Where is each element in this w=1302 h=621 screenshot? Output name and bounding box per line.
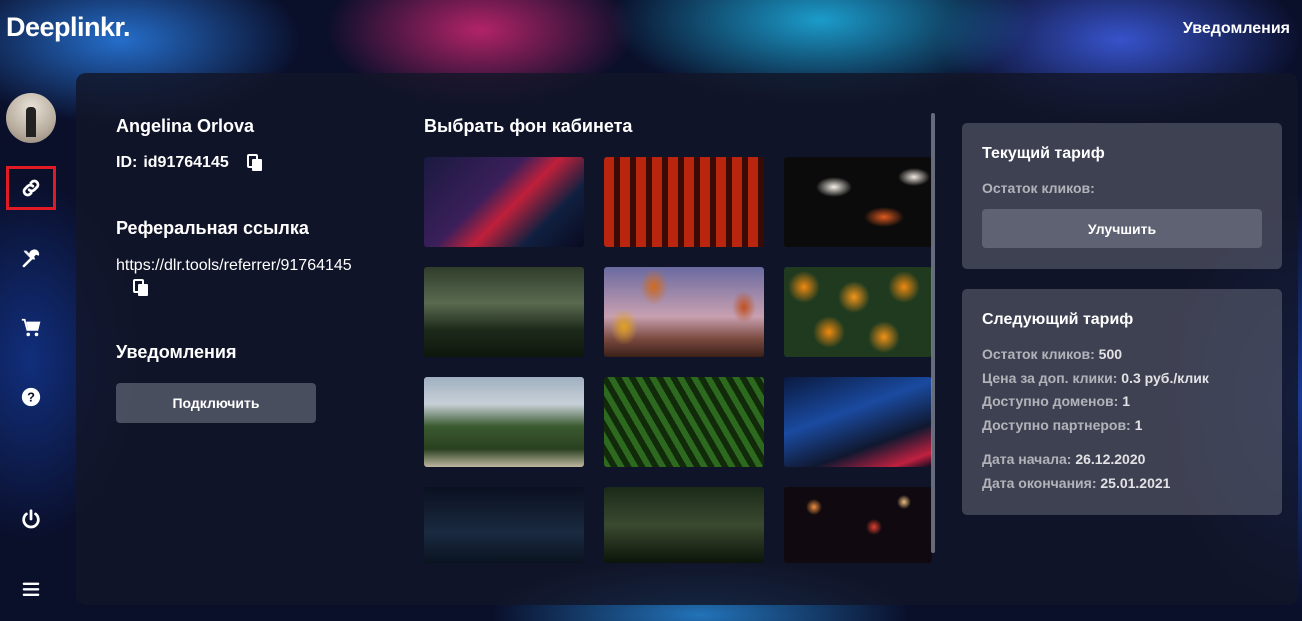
background-thumb-fern-leaves[interactable] [604, 377, 764, 467]
background-thumb-neon-street[interactable] [424, 157, 584, 247]
next-plan-line: Дата окончания: 25.01.2021 [982, 475, 1171, 491]
backgrounds-title: Выбрать фон кабинета [424, 116, 633, 136]
notifications-title: Уведомления [116, 342, 237, 362]
help-icon: ? [21, 387, 41, 407]
current-plan-clicks: Остаток кликов: [982, 180, 1095, 196]
cart-icon [21, 318, 41, 337]
sidebar-item-links[interactable] [6, 166, 56, 210]
background-thumb-hot-air-balloons[interactable] [604, 267, 764, 357]
background-thumb-city-night[interactable] [784, 377, 932, 467]
referral-title: Реферальная ссылка [116, 218, 309, 238]
menu-icon [22, 582, 40, 596]
background-thumb-bokeh-lights[interactable] [784, 487, 932, 563]
id-value: id91764145 [143, 154, 229, 171]
id-label: ID: [116, 154, 138, 171]
sidebar-item-help[interactable]: ? [6, 375, 56, 419]
profile-id-row: ID: id91764145 [116, 154, 263, 172]
app-logo[interactable]: Deeplinkr. [6, 12, 131, 43]
background-thumb-oranges[interactable] [784, 267, 932, 357]
next-plan-line: Цена за доп. клики: 0.3 руб./клик [982, 370, 1209, 386]
avatar[interactable] [6, 93, 56, 143]
background-thumb-koi-fish[interactable] [784, 157, 932, 247]
backgrounds-scrollbar[interactable] [931, 113, 935, 553]
background-thumb-palm-beach[interactable] [424, 377, 584, 467]
next-plan-line: Доступно доменов: 1 [982, 393, 1131, 409]
copy-referral-icon[interactable] [133, 279, 149, 297]
next-plan-card: Следующий тариф Остаток кликов: 500 Цена… [962, 289, 1282, 515]
tools-icon [22, 249, 40, 268]
upgrade-button[interactable]: Улучшить [982, 209, 1262, 248]
next-plan-line: Доступно партнеров: 1 [982, 417, 1143, 433]
background-thumb-night-lake[interactable] [424, 487, 584, 563]
sidebar-item-cart[interactable] [6, 306, 56, 350]
current-plan-title: Текущий тариф [982, 145, 1105, 162]
background-thumb-forest-bridge[interactable] [604, 487, 764, 563]
power-icon [22, 509, 40, 529]
next-plan-line: Остаток кликов: 500 [982, 346, 1123, 362]
link-icon [22, 179, 40, 197]
next-plan-line: Дата начала: 26.12.2020 [982, 451, 1146, 467]
referral-link[interactable]: https://dlr.tools/referrer/91764145 [116, 257, 352, 275]
background-thumb-torii-gates[interactable] [604, 157, 764, 247]
copy-icon[interactable] [246, 154, 263, 172]
background-thumb-temple-garden[interactable] [424, 267, 584, 357]
top-notifications-link[interactable]: Уведомления [1183, 20, 1290, 38]
svg-text:?: ? [27, 390, 35, 405]
next-plan-title: Следующий тариф [982, 311, 1134, 328]
connect-button[interactable]: Подключить [116, 383, 316, 423]
profile-name: Angelina Orlova [116, 116, 255, 136]
sidebar-item-menu[interactable] [6, 567, 56, 611]
current-plan-card: Текущий тариф Остаток кликов: Улучшить [962, 123, 1282, 269]
sidebar-item-tools[interactable] [6, 236, 56, 280]
sidebar-item-logout[interactable] [6, 497, 56, 541]
